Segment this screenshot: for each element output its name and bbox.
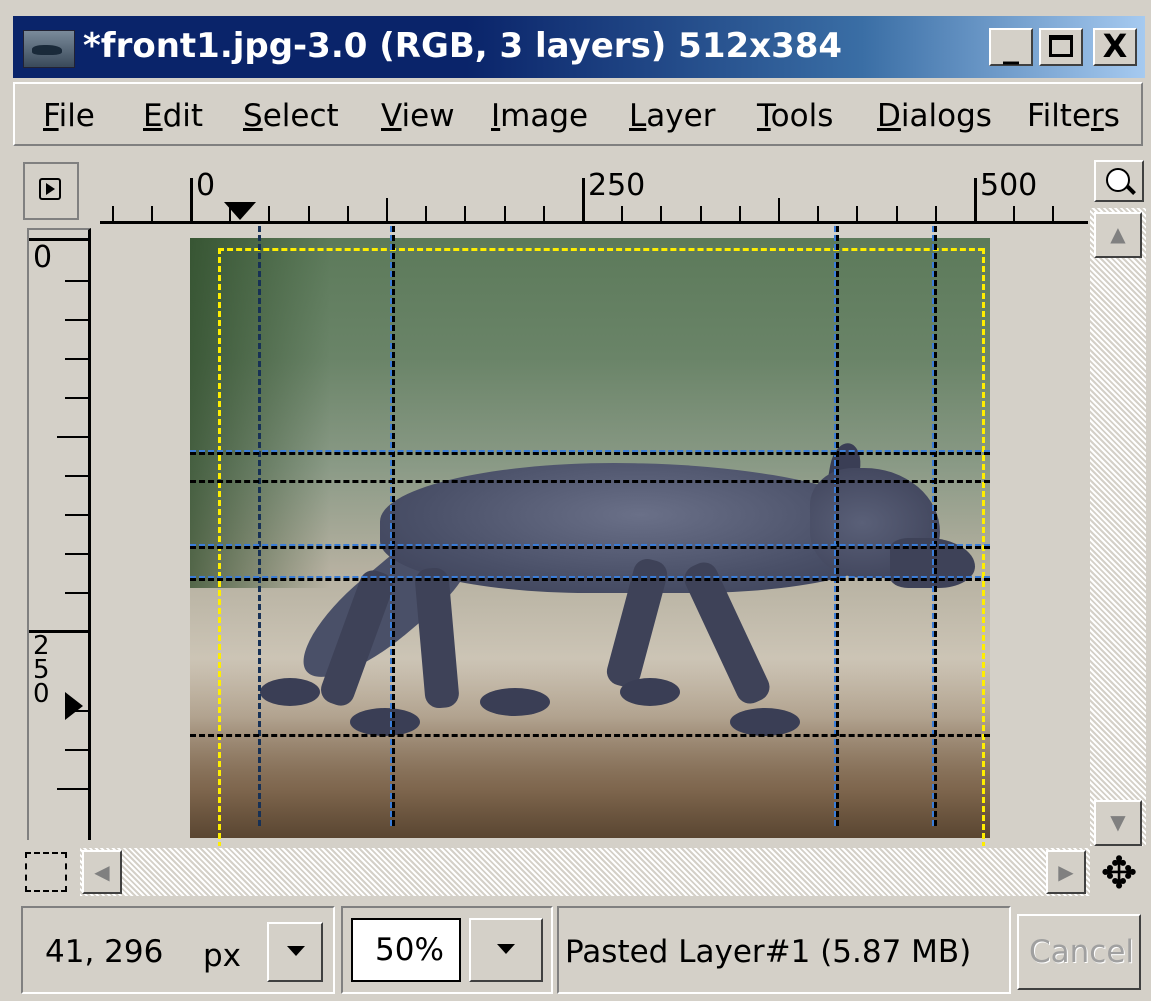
image-menu-button[interactable] (23, 162, 79, 220)
close-button[interactable]: X (1093, 28, 1137, 66)
vertical-scrollbar[interactable]: ▲ ▼ (1090, 208, 1146, 846)
chevron-down-icon (287, 946, 305, 956)
cancel-button[interactable]: Cancel (1017, 914, 1141, 990)
scroll-left-button[interactable]: ◀ (82, 850, 122, 894)
image-canvas[interactable] (94, 226, 1090, 846)
scroll-up-button[interactable]: ▲ (1094, 212, 1142, 258)
zoom-value: 50% (375, 932, 444, 968)
unit-dropdown-button[interactable] (267, 922, 323, 982)
vruler-label-0: 0 (33, 240, 53, 275)
menu-bar: File Edit Select View Image Layer Tools … (13, 82, 1143, 146)
status-message-panel: Pasted Layer#1 (5.87 MB) (557, 906, 1011, 994)
cursor-coordinates: 41, 296 (45, 934, 164, 970)
coordinates-panel: 41, 296 px (21, 906, 335, 994)
menu-image[interactable]: Image (491, 98, 588, 134)
title-bar[interactable]: *front1.jpg-3.0 (RGB, 3 layers) 512x384 … (13, 16, 1145, 78)
image-thumbnail-icon[interactable] (23, 30, 75, 68)
status-message: Pasted Layer#1 (5.87 MB) (565, 934, 972, 970)
vertical-ruler[interactable]: 0 250 (27, 228, 91, 840)
menu-arrow-icon (39, 178, 61, 200)
zoom-input[interactable]: 50% (351, 918, 461, 982)
navigate-move-icon[interactable]: ✥ (1094, 852, 1144, 896)
window-title: *front1.jpg-3.0 (RGB, 3 layers) 512x384 (83, 26, 843, 66)
menu-view[interactable]: View (381, 98, 455, 134)
horizontal-scrollbar[interactable]: ◀ ▶ (80, 848, 1090, 896)
maximize-button[interactable] (1039, 28, 1083, 66)
menu-dialogs[interactable]: Dialogs (877, 98, 992, 134)
guide-horizontal[interactable] (190, 452, 990, 455)
vruler-pointer-marker (65, 692, 83, 720)
cancel-label: Cancel (1029, 934, 1135, 970)
zoom-dropdown-button[interactable] (469, 918, 543, 982)
status-bar: 41, 296 px 50% Pasted Layer#1 (5.87 MB) … (13, 904, 1145, 994)
chevron-down-icon (497, 944, 515, 954)
guide-horizontal[interactable] (190, 734, 990, 737)
maximize-icon (1049, 35, 1073, 57)
guide-horizontal[interactable] (190, 578, 990, 581)
vruler-label-250: 250 (33, 631, 50, 709)
menu-file[interactable]: File (43, 98, 95, 134)
quickmask-icon[interactable] (25, 852, 67, 892)
menu-layer[interactable]: Layer (629, 98, 715, 134)
minimize-button[interactable]: _ (989, 28, 1033, 66)
image-content-wolf-figurine[interactable] (190, 238, 990, 838)
ruler-label-500: 500 (980, 168, 1038, 203)
ruler-label-250: 250 (588, 168, 646, 203)
guide-horizontal[interactable] (190, 546, 990, 549)
menu-tools[interactable]: Tools (757, 98, 833, 134)
unit-label: px (203, 938, 242, 974)
ruler-pointer-marker (224, 202, 256, 220)
menu-edit[interactable]: Edit (143, 98, 203, 134)
ruler-label-0: 0 (196, 168, 216, 203)
gimp-image-window: *front1.jpg-3.0 (RGB, 3 layers) 512x384 … (0, 0, 1151, 1001)
zoom-button[interactable] (1094, 160, 1144, 202)
menu-filters[interactable]: Filters (1027, 98, 1120, 134)
horizontal-ruler[interactable]: 0 250 500 (100, 158, 1088, 224)
scroll-down-button[interactable]: ▼ (1094, 800, 1142, 846)
menu-select[interactable]: Select (243, 98, 339, 134)
scroll-right-button[interactable]: ▶ (1046, 850, 1086, 894)
layer-boundary-top (218, 248, 984, 251)
guide-horizontal[interactable] (190, 480, 990, 483)
zoom-panel: 50% (341, 906, 553, 994)
